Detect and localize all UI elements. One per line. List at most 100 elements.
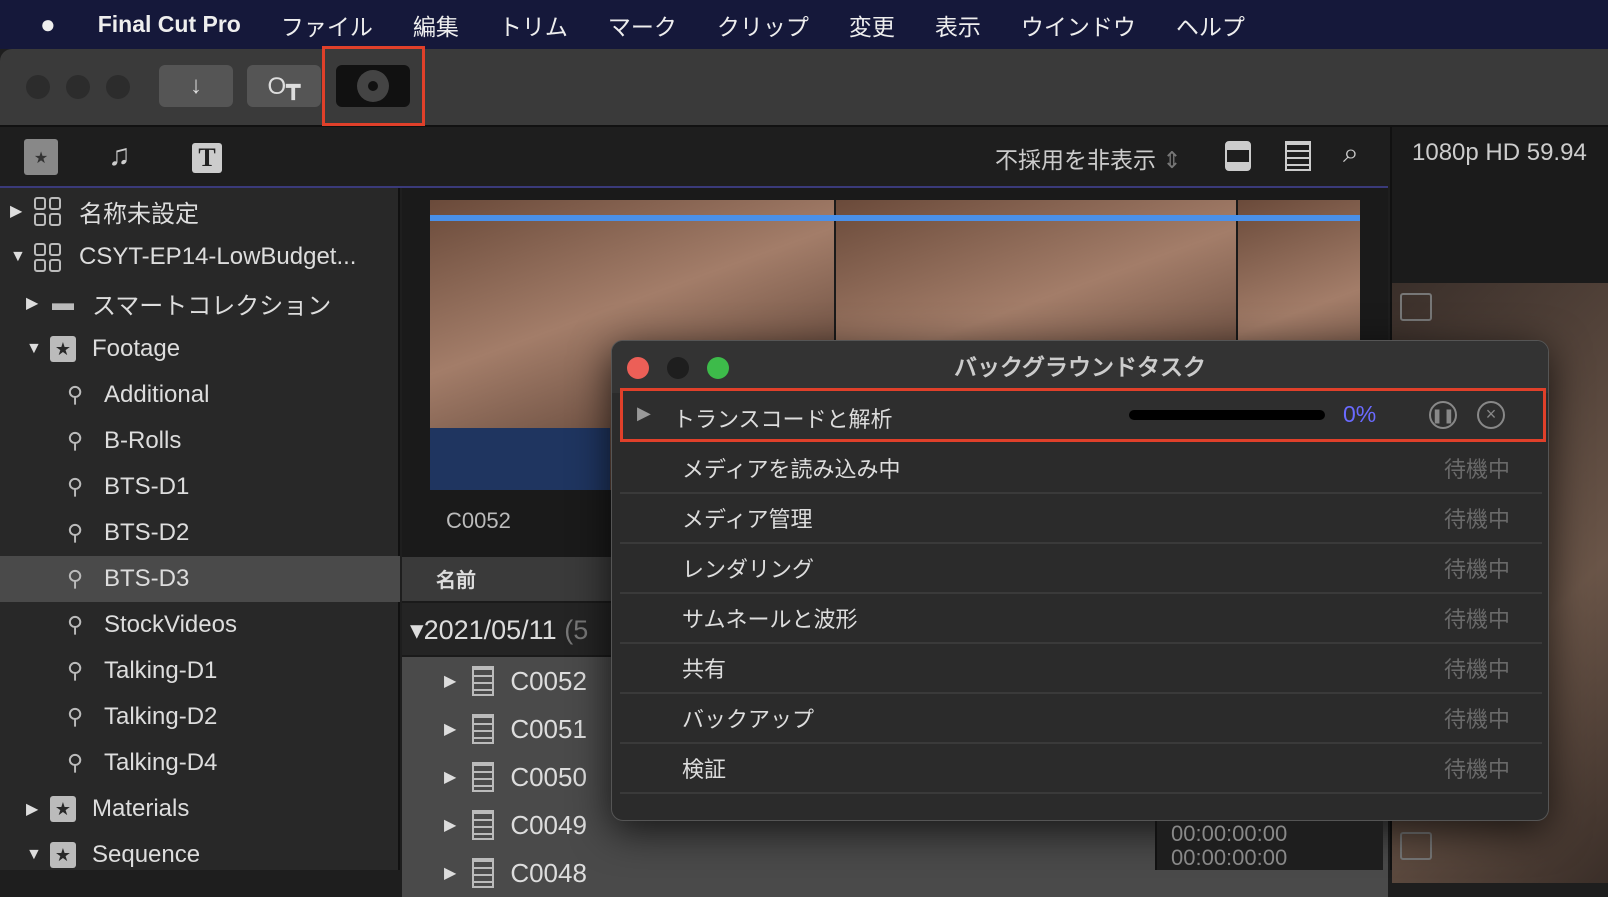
zoom-window-button[interactable] [106, 75, 130, 99]
library-icon [34, 196, 63, 226]
menu-modify[interactable]: 変更 [849, 8, 895, 42]
menu-edit[interactable]: 編集 [413, 8, 459, 42]
checkbox-icon[interactable] [1400, 293, 1432, 321]
libraries-sidebar: ▶ 名称未設定 ▼ CSYT-EP14-LowBudget... ▶ ▬ スマートコレクショ… [0, 188, 400, 870]
keyword-icon: ⚲ [66, 382, 84, 407]
background-tasks-button[interactable] [336, 65, 410, 107]
sidebar-item[interactable]: ▼ ★ Footage [0, 326, 400, 372]
disclosure-triangle-icon[interactable]: ▶ [26, 293, 46, 313]
sidebar-item[interactable]: ⚲ BTS-D2 [0, 510, 400, 556]
keyword-icon: ⚲ [66, 704, 84, 729]
task-row[interactable]: メディア管理 待機中 [620, 494, 1542, 544]
photos-audio-icon[interactable]: ♫ [108, 139, 131, 173]
task-row[interactable]: 共有 待機中 [620, 644, 1542, 694]
disclosure-triangle-icon[interactable]: ▶ [444, 815, 456, 835]
apple-icon[interactable]: ● [40, 9, 56, 40]
task-row[interactable]: 検証 待機中 [620, 744, 1542, 794]
menu-app-name[interactable]: Final Cut Pro [98, 11, 241, 38]
menu-view[interactable]: 表示 [935, 8, 981, 42]
sidebar-item-label: Talking-D2 [104, 703, 218, 730]
clip-name: C0052 [510, 665, 587, 696]
sidebar-item[interactable]: ⚲ Talking-D2 [0, 694, 400, 740]
clip-name: C0051 [510, 713, 587, 744]
task-label: レンダリング [682, 557, 815, 582]
menu-mark[interactable]: マーク [608, 8, 677, 42]
disclosure-triangle-icon[interactable]: ▶ [444, 719, 456, 739]
sidebar-item[interactable]: ▼ ★ Sequence [0, 832, 400, 878]
task-row[interactable]: レンダリング 待機中 [620, 544, 1542, 594]
sidebar-item[interactable]: ⚲ BTS-D1 [0, 464, 400, 510]
toolbar: ↓ O┳ [0, 46, 1608, 127]
filter-popup[interactable]: 不採用を非表示 ⇕ [995, 141, 1182, 175]
sidebar-item-label: Sequence [92, 841, 201, 868]
active-task-row[interactable]: ▶ トランスコードと解析 0% ❚❚ × [620, 388, 1546, 442]
progress-percent: 0% [1343, 401, 1377, 427]
menu-clip[interactable]: クリップ [717, 8, 809, 42]
import-button[interactable]: ↓ [159, 65, 233, 107]
dialog-zoom-button[interactable] [707, 357, 729, 379]
sidebar-item-label: Footage [92, 335, 181, 362]
film-icon [472, 666, 495, 696]
disclosure-triangle-icon[interactable]: ▼ [26, 846, 46, 864]
keyword-icon: ⚲ [66, 474, 84, 499]
format-label: 1080p HD 59.94 [1412, 139, 1587, 166]
background-tasks-icon [357, 70, 389, 102]
menu-trim[interactable]: トリム [499, 8, 568, 42]
film-icon [472, 762, 495, 792]
menu-window[interactable]: ウインドウ [1021, 8, 1136, 42]
sidebar-item-label: BTS-D1 [104, 473, 190, 500]
disclosure-triangle-icon[interactable]: ▶ [637, 403, 651, 424]
disclosure-triangle-icon[interactable]: ▶ [10, 201, 30, 221]
sidebar-item-label: Talking-D4 [104, 749, 218, 776]
keyword-button[interactable]: O┳ [247, 65, 321, 107]
sidebar-item[interactable]: ⚲ StockVideos [0, 602, 400, 648]
selection-bar [430, 215, 1360, 221]
sidebar-item-label: 名称未設定 [79, 200, 199, 228]
sidebar-item[interactable]: ▶ 名称未設定 [0, 188, 400, 234]
task-label: 共有 [682, 657, 727, 682]
menu-file[interactable]: ファイル [281, 8, 373, 42]
sidebar-item[interactable]: ⚲ Additional [0, 372, 400, 418]
dialog-close-button[interactable] [627, 357, 649, 379]
menu-help[interactable]: ヘルプ [1176, 8, 1245, 42]
disclosure-triangle-icon[interactable]: ▶ [444, 863, 456, 883]
search-icon[interactable]: ⌕ [1343, 137, 1359, 170]
progress-bar [1129, 410, 1325, 420]
cancel-icon[interactable]: × [1477, 401, 1505, 429]
checkbox-icon[interactable] [1400, 832, 1432, 860]
disclosure-triangle-icon[interactable]: ▼ [10, 248, 30, 266]
titles-generators-icon[interactable]: T [192, 143, 222, 173]
task-label: バックアップ [682, 707, 815, 732]
sidebar-item[interactable]: ▶ ★ Materials [0, 786, 400, 832]
sidebar-item[interactable]: ▼ CSYT-EP14-LowBudget... [0, 234, 400, 280]
filmstrip-icon[interactable] [1285, 141, 1311, 171]
date-count: (5 [564, 615, 589, 645]
clip-appearance-icon[interactable] [1225, 141, 1251, 171]
sidebar-item[interactable]: ▶ ▬ スマートコレクション [0, 280, 400, 326]
disclosure-triangle-icon[interactable]: ▼ [26, 340, 46, 358]
sidebar-item-label: StockVideos [104, 611, 237, 638]
sidebar-item-label: スマートコレクション [92, 292, 332, 320]
sidebar-item[interactable]: ⚲ B-Rolls [0, 418, 400, 464]
disclosure-triangle-icon[interactable]: ▶ [26, 799, 46, 819]
close-window-button[interactable] [26, 75, 50, 99]
sidebar-item[interactable]: ⚲ BTS-D3 [0, 556, 400, 602]
event-icon: ★ [50, 796, 76, 822]
key-icon: O┳ [267, 72, 301, 100]
disclosure-triangle-icon[interactable]: ▶ [444, 767, 456, 787]
task-status: 待機中 [1443, 707, 1510, 732]
task-row[interactable]: サムネールと波形 待機中 [620, 594, 1542, 644]
pause-icon[interactable]: ❚❚ [1429, 401, 1457, 429]
minimize-window-button[interactable] [66, 75, 90, 99]
libraries-icon[interactable]: ★ [24, 139, 58, 175]
sidebar-item-label: Additional [104, 381, 210, 408]
sidebar-item[interactable]: ⚲ Talking-D1 [0, 648, 400, 694]
audio-waveform [430, 428, 610, 490]
task-row[interactable]: メディアを読み込み中 待機中 [620, 444, 1542, 494]
task-row[interactable]: バックアップ 待機中 [620, 694, 1542, 744]
disclosure-triangle-icon[interactable]: ▶ [444, 671, 456, 691]
sidebar-item[interactable]: ⚲ Talking-D4 [0, 740, 400, 786]
dialog-minimize-button[interactable] [667, 357, 689, 379]
thumbnail-label: C0052 [446, 508, 511, 533]
clip-name: C0050 [510, 761, 587, 792]
